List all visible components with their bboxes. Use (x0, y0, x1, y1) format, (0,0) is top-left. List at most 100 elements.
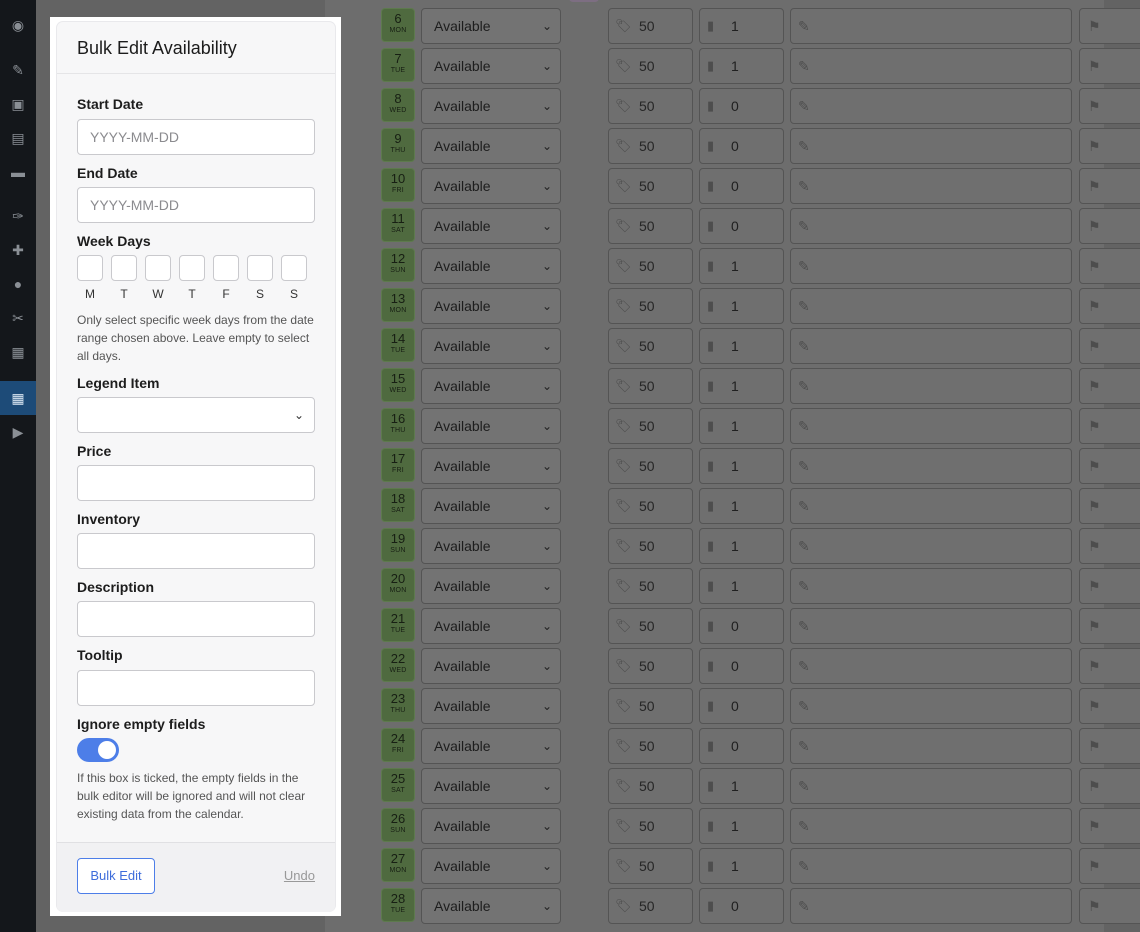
status-select[interactable]: Available ⌄ (421, 568, 561, 604)
weekday-checkbox-tue[interactable] (111, 255, 137, 281)
description-field[interactable]: ✎ (790, 328, 1072, 364)
inventory-field[interactable]: ▮ 1 (699, 488, 784, 524)
appearance-icon[interactable]: ✑ (8, 206, 28, 226)
inventory-field[interactable]: ▮ 1 (699, 408, 784, 444)
price-field[interactable]: 🏷 50 (608, 128, 693, 164)
weekday-checkbox-sun[interactable] (281, 255, 307, 281)
description-field[interactable]: ✎ (790, 648, 1072, 684)
tooltip-field[interactable]: ⚑ (1079, 208, 1140, 244)
comments-icon[interactable]: ▬ (8, 162, 28, 182)
inventory-field[interactable]: ▮ 1 (699, 808, 784, 844)
price-field[interactable]: 🏷 50 (608, 208, 693, 244)
description-field[interactable]: ✎ (790, 408, 1072, 444)
description-field[interactable]: ✎ (790, 48, 1072, 84)
price-field[interactable]: 🏷 50 (608, 88, 693, 124)
tooltip-field[interactable]: ⚑ (1079, 368, 1140, 404)
status-select[interactable]: Available ⌄ (421, 608, 561, 644)
inventory-field[interactable]: ▮ 1 (699, 568, 784, 604)
undo-link[interactable]: Undo (284, 868, 315, 883)
price-field[interactable]: 🏷 50 (608, 48, 693, 84)
tooltip-field[interactable]: ⚑ (1079, 88, 1140, 124)
inventory-field[interactable]: ▮ 0 (699, 88, 784, 124)
start-date-input[interactable]: YYYY-MM-DD (77, 119, 315, 155)
tooltip-field[interactable]: ⚑ (1079, 768, 1140, 804)
tooltip-field[interactable]: ⚑ (1079, 568, 1140, 604)
price-input[interactable] (77, 465, 315, 501)
description-field[interactable]: ✎ (790, 888, 1072, 924)
status-select[interactable]: Available ⌄ (421, 208, 561, 244)
pages-icon[interactable]: ▤ (8, 128, 28, 148)
tooltip-field[interactable]: ⚑ (1079, 488, 1140, 524)
inventory-field[interactable]: ▮ 1 (699, 288, 784, 324)
description-field[interactable]: ✎ (790, 688, 1072, 724)
price-field[interactable]: 🏷 50 (608, 768, 693, 804)
tooltip-field[interactable]: ⚑ (1079, 848, 1140, 884)
inventory-field[interactable]: ▮ 1 (699, 768, 784, 804)
bulk-edit-button[interactable]: Bulk Edit (77, 858, 155, 894)
media-icon[interactable]: ▣ (8, 94, 28, 114)
inventory-field[interactable]: ▮ 1 (699, 448, 784, 484)
price-field[interactable]: 🏷 50 (608, 568, 693, 604)
price-field[interactable]: 🏷 50 (608, 528, 693, 564)
status-select[interactable]: Available ⌄ (421, 168, 561, 204)
tooltip-field[interactable]: ⚑ (1079, 888, 1140, 924)
tooltip-field[interactable]: ⚑ (1079, 328, 1140, 364)
price-field[interactable]: 🏷 50 (608, 328, 693, 364)
price-field[interactable]: 🏷 50 (608, 808, 693, 844)
status-select[interactable]: Available ⌄ (421, 328, 561, 364)
inventory-field[interactable]: ▮ 0 (699, 208, 784, 244)
tooltip-field[interactable]: ⚑ (1079, 728, 1140, 764)
price-field[interactable]: 🏷 50 (608, 848, 693, 884)
price-field[interactable]: 🏷 50 (608, 288, 693, 324)
inventory-field[interactable]: ▮ 0 (699, 888, 784, 924)
inventory-field[interactable]: ▮ 0 (699, 168, 784, 204)
price-field[interactable]: 🏷 50 (608, 728, 693, 764)
description-field[interactable]: ✎ (790, 768, 1072, 804)
tooltip-field[interactable]: ⚑ (1079, 528, 1140, 564)
description-field[interactable]: ✎ (790, 168, 1072, 204)
price-field[interactable]: 🏷 50 (608, 408, 693, 444)
inventory-field[interactable]: ▮ 1 (699, 248, 784, 284)
status-select[interactable]: Available ⌄ (421, 728, 561, 764)
status-select[interactable]: Available ⌄ (421, 128, 561, 164)
status-select[interactable]: Available ⌄ (421, 488, 561, 524)
status-select[interactable]: Available ⌄ (421, 408, 561, 444)
ignore-empty-toggle[interactable] (77, 738, 119, 762)
description-input[interactable] (77, 601, 315, 637)
price-field[interactable]: 🏷 50 (608, 488, 693, 524)
inventory-field[interactable]: ▮ 0 (699, 608, 784, 644)
description-field[interactable]: ✎ (790, 248, 1072, 284)
users-icon[interactable]: ● (8, 274, 28, 294)
description-field[interactable]: ✎ (790, 528, 1072, 564)
price-field[interactable]: 🏷 50 (608, 648, 693, 684)
weekday-checkbox-wed[interactable] (145, 255, 171, 281)
price-field[interactable]: 🏷 50 (608, 448, 693, 484)
description-field[interactable]: ✎ (790, 728, 1072, 764)
play-icon[interactable]: ▶ (8, 422, 28, 442)
description-field[interactable]: ✎ (790, 88, 1072, 124)
tooltip-field[interactable]: ⚑ (1079, 408, 1140, 444)
price-field[interactable]: 🏷 50 (608, 8, 693, 44)
status-select[interactable]: Available ⌄ (421, 848, 561, 884)
description-field[interactable]: ✎ (790, 568, 1072, 604)
end-date-input[interactable]: YYYY-MM-DD (77, 187, 315, 223)
settings-icon[interactable]: ▦ (8, 342, 28, 362)
legend-item-select[interactable]: ⌄ (77, 397, 315, 433)
tooltip-field[interactable]: ⚑ (1079, 8, 1140, 44)
tooltip-input[interactable] (77, 670, 315, 706)
weekday-checkbox-thu[interactable] (179, 255, 205, 281)
description-field[interactable]: ✎ (790, 128, 1072, 164)
pin-icon[interactable]: ✎ (8, 60, 28, 80)
status-select[interactable]: Available ⌄ (421, 368, 561, 404)
tooltip-field[interactable]: ⚑ (1079, 648, 1140, 684)
price-field[interactable]: 🏷 50 (608, 248, 693, 284)
status-select[interactable]: Available ⌄ (421, 48, 561, 84)
status-select[interactable]: Available ⌄ (421, 448, 561, 484)
inventory-field[interactable]: ▮ 0 (699, 688, 784, 724)
description-field[interactable]: ✎ (790, 808, 1072, 844)
price-field[interactable]: 🏷 50 (608, 688, 693, 724)
status-select[interactable]: Available ⌄ (421, 248, 561, 284)
status-select[interactable]: Available ⌄ (421, 888, 561, 924)
tooltip-field[interactable]: ⚑ (1079, 448, 1140, 484)
inventory-field[interactable]: ▮ 0 (699, 728, 784, 764)
